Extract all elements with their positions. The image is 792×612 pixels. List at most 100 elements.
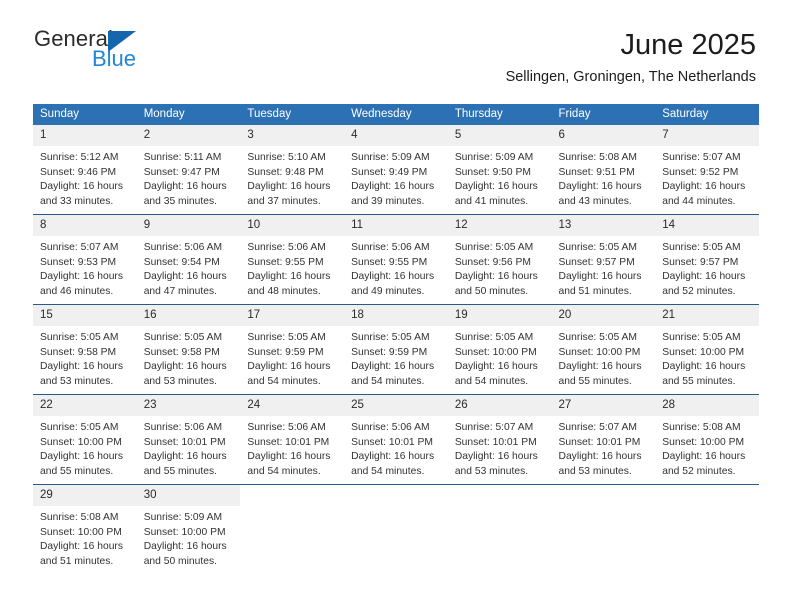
sunset-text: Sunset: 9:58 PM xyxy=(143,346,220,358)
day-cell[interactable]: 30 Sunrise: 5:09 AM Sunset: 10:00 PM Day… xyxy=(136,484,241,575)
day-cell[interactable]: 11 Sunrise: 5:06 AM Sunset: 9:55 PM Dayl… xyxy=(344,214,448,305)
general-blue-logo[interactable]: General Blue xyxy=(34,28,184,74)
sunrise-text: Sunrise: 5:07 AM xyxy=(40,242,119,254)
daylight-text-line2: and 41 minutes. xyxy=(454,195,529,207)
day-details: Sunrise: 5:07 AM Sunset: 9:52 PM Dayligh… xyxy=(655,146,759,209)
title-block: June 2025 Sellingen, Groningen, The Neth… xyxy=(506,28,756,86)
day-cell[interactable]: 25 Sunrise: 5:06 AM Sunset: 10:01 PM Day… xyxy=(344,394,448,485)
sunset-text: Sunset: 9:53 PM xyxy=(40,256,117,268)
sunrise-text: Sunrise: 5:06 AM xyxy=(351,242,430,254)
daylight-text-line1: Daylight: 16 hours xyxy=(143,541,227,553)
sunset-text: Sunset: 9:49 PM xyxy=(351,166,428,178)
day-cell[interactable]: 29 Sunrise: 5:08 AM Sunset: 10:00 PM Day… xyxy=(33,484,137,575)
sunset-text: Sunset: 9:59 PM xyxy=(351,346,428,358)
calendar-body: 1 Sunrise: 5:12 AM Sunset: 9:46 PM Dayli… xyxy=(33,125,759,575)
day-cell[interactable]: 16 Sunrise: 5:05 AM Sunset: 9:58 PM Dayl… xyxy=(136,304,241,395)
daylight-text-line1: Daylight: 16 hours xyxy=(558,181,642,193)
weekday-header-saturday: Saturday xyxy=(655,104,759,126)
daylight-text-line1: Daylight: 16 hours xyxy=(40,181,123,193)
day-number: 8 xyxy=(33,215,137,237)
day-cell[interactable]: 20 Sunrise: 5:05 AM Sunset: 10:00 PM Day… xyxy=(551,304,656,395)
sunrise-text: Sunrise: 5:06 AM xyxy=(247,422,326,434)
day-cell[interactable]: 19 Sunrise: 5:05 AM Sunset: 10:00 PM Day… xyxy=(447,304,552,395)
daylight-text-line2: and 52 minutes. xyxy=(662,465,736,477)
calendar-week-row: 22 Sunrise: 5:05 AM Sunset: 10:00 PM Day… xyxy=(33,394,759,485)
daylight-text-line1: Daylight: 16 hours xyxy=(662,451,746,463)
day-cell[interactable]: 7 Sunrise: 5:07 AM Sunset: 9:52 PM Dayli… xyxy=(655,125,759,215)
daylight-text-line2: and 53 minutes. xyxy=(454,465,529,477)
daylight-text-line2: and 55 minutes. xyxy=(143,465,217,477)
day-details: Sunrise: 5:05 AM Sunset: 9:58 PM Dayligh… xyxy=(33,326,137,389)
sunset-text: Sunset: 9:56 PM xyxy=(454,256,531,268)
day-details: Sunrise: 5:10 AM Sunset: 9:48 PM Dayligh… xyxy=(240,146,344,209)
day-cell[interactable]: 3 Sunrise: 5:10 AM Sunset: 9:48 PM Dayli… xyxy=(240,125,345,215)
daylight-text-line1: Daylight: 16 hours xyxy=(662,271,746,283)
daylight-text-line1: Daylight: 16 hours xyxy=(247,361,331,373)
daylight-text-line1: Daylight: 16 hours xyxy=(143,181,227,193)
day-cell[interactable]: 24 Sunrise: 5:06 AM Sunset: 10:01 PM Day… xyxy=(240,394,345,485)
sunset-text: Sunset: 10:00 PM xyxy=(662,346,745,358)
day-cell[interactable]: 15 Sunrise: 5:05 AM Sunset: 9:58 PM Dayl… xyxy=(33,304,137,395)
sunrise-text: Sunrise: 5:09 AM xyxy=(143,512,223,524)
day-cell[interactable]: 14 Sunrise: 5:05 AM Sunset: 9:57 PM Dayl… xyxy=(655,214,759,305)
day-details: Sunrise: 5:06 AM Sunset: 9:54 PM Dayligh… xyxy=(137,236,241,299)
day-number: 28 xyxy=(655,395,759,417)
daylight-text-line2: and 53 minutes. xyxy=(143,375,217,387)
daylight-text-line2: and 48 minutes. xyxy=(247,285,321,297)
daylight-text-line1: Daylight: 16 hours xyxy=(247,271,331,283)
day-cell[interactable]: 28 Sunrise: 5:08 AM Sunset: 10:00 PM Day… xyxy=(655,394,759,485)
day-cell[interactable]: 17 Sunrise: 5:05 AM Sunset: 9:59 PM Dayl… xyxy=(240,304,345,395)
daylight-text-line1: Daylight: 16 hours xyxy=(40,271,123,283)
sunrise-text: Sunrise: 5:12 AM xyxy=(40,152,119,164)
daylight-text-line2: and 37 minutes. xyxy=(247,195,321,207)
sunrise-text: Sunrise: 5:05 AM xyxy=(454,332,534,344)
day-cell[interactable]: 2 Sunrise: 5:11 AM Sunset: 9:47 PM Dayli… xyxy=(136,125,241,215)
day-number xyxy=(344,485,448,506)
day-cell[interactable]: 6 Sunrise: 5:08 AM Sunset: 9:51 PM Dayli… xyxy=(551,125,656,215)
daylight-text-line1: Daylight: 16 hours xyxy=(662,361,746,373)
day-cell[interactable]: 13 Sunrise: 5:05 AM Sunset: 9:57 PM Dayl… xyxy=(551,214,656,305)
sunset-text: Sunset: 10:01 PM xyxy=(351,436,433,448)
logo-text-blue: Blue xyxy=(92,46,137,71)
day-number: 24 xyxy=(240,395,345,417)
day-number: 22 xyxy=(33,395,137,417)
day-number xyxy=(240,485,345,506)
daylight-text-line1: Daylight: 16 hours xyxy=(351,451,435,463)
day-cell[interactable]: 21 Sunrise: 5:05 AM Sunset: 10:00 PM Day… xyxy=(655,304,759,395)
day-details: Sunrise: 5:07 AM Sunset: 10:01 PM Daylig… xyxy=(448,416,552,479)
day-cell[interactable]: 23 Sunrise: 5:06 AM Sunset: 10:01 PM Day… xyxy=(136,394,241,485)
sunset-text: Sunset: 9:55 PM xyxy=(351,256,428,268)
day-cell[interactable]: 26 Sunrise: 5:07 AM Sunset: 10:01 PM Day… xyxy=(447,394,552,485)
day-cell[interactable]: 12 Sunrise: 5:05 AM Sunset: 9:56 PM Dayl… xyxy=(447,214,552,305)
daylight-text-line2: and 54 minutes. xyxy=(247,465,321,477)
day-cell[interactable]: 18 Sunrise: 5:05 AM Sunset: 9:59 PM Dayl… xyxy=(344,304,448,395)
sunset-text: Sunset: 10:00 PM xyxy=(662,436,745,448)
day-cell[interactable]: 10 Sunrise: 5:06 AM Sunset: 9:55 PM Dayl… xyxy=(240,214,345,305)
day-cell[interactable]: 22 Sunrise: 5:05 AM Sunset: 10:00 PM Day… xyxy=(33,394,137,485)
daylight-text-line1: Daylight: 16 hours xyxy=(247,181,331,193)
sunset-text: Sunset: 9:47 PM xyxy=(143,166,220,178)
day-number: 21 xyxy=(655,305,759,327)
sunrise-text: Sunrise: 5:05 AM xyxy=(662,242,741,254)
day-cell[interactable]: 5 Sunrise: 5:09 AM Sunset: 9:50 PM Dayli… xyxy=(447,125,552,215)
day-cell[interactable]: 4 Sunrise: 5:09 AM Sunset: 9:49 PM Dayli… xyxy=(344,125,448,215)
day-cell[interactable]: 1 Sunrise: 5:12 AM Sunset: 9:46 PM Dayli… xyxy=(33,125,137,215)
day-cell[interactable]: 9 Sunrise: 5:06 AM Sunset: 9:54 PM Dayli… xyxy=(136,214,241,305)
daylight-text-line2: and 35 minutes. xyxy=(143,195,217,207)
calendar-week-row: 1 Sunrise: 5:12 AM Sunset: 9:46 PM Dayli… xyxy=(33,125,759,215)
sunset-text: Sunset: 10:01 PM xyxy=(143,436,226,448)
day-number: 11 xyxy=(344,215,448,237)
daylight-text-line2: and 55 minutes. xyxy=(40,465,114,477)
day-details: Sunrise: 5:05 AM Sunset: 10:00 PM Daylig… xyxy=(448,326,552,389)
day-cell[interactable]: 8 Sunrise: 5:07 AM Sunset: 9:53 PM Dayli… xyxy=(33,214,137,305)
day-cell-empty xyxy=(240,484,345,575)
day-number: 15 xyxy=(33,305,137,327)
day-number: 30 xyxy=(136,485,241,507)
day-cell[interactable]: 27 Sunrise: 5:07 AM Sunset: 10:01 PM Day… xyxy=(551,394,656,485)
day-details: Sunrise: 5:05 AM Sunset: 9:59 PM Dayligh… xyxy=(240,326,344,389)
calendar-week-row: 15 Sunrise: 5:05 AM Sunset: 9:58 PM Dayl… xyxy=(33,304,759,395)
day-details: Sunrise: 5:08 AM Sunset: 9:51 PM Dayligh… xyxy=(552,146,656,209)
day-details: Sunrise: 5:07 AM Sunset: 9:53 PM Dayligh… xyxy=(33,236,137,299)
day-cell-empty xyxy=(655,484,759,575)
sunrise-text: Sunrise: 5:05 AM xyxy=(143,332,223,344)
